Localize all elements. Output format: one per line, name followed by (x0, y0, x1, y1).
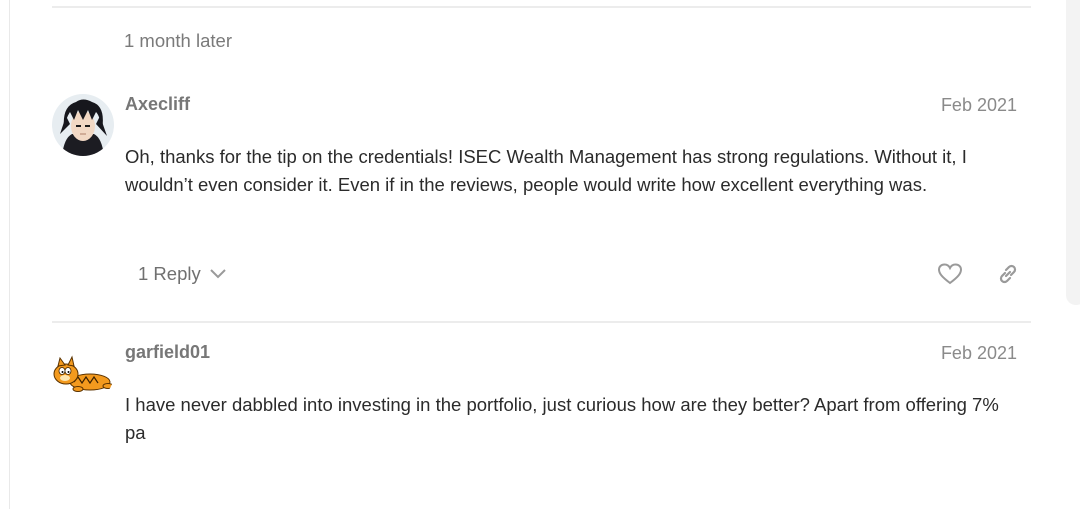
left-border (9, 0, 10, 509)
replies-label: 1 Reply (138, 263, 201, 284)
like-button[interactable] (936, 260, 964, 288)
post-date[interactable]: Feb 2021 (941, 343, 1017, 364)
garfield-cat-avatar-icon (52, 342, 114, 404)
divider (52, 6, 1031, 8)
post-date[interactable]: Feb 2021 (941, 95, 1017, 116)
link-icon (999, 264, 1017, 284)
username[interactable]: garfield01 (125, 342, 210, 363)
divider (52, 321, 1031, 323)
avatar[interactable] (52, 94, 114, 156)
replies-toggle-button[interactable]: 1 Reply (138, 262, 227, 286)
username[interactable]: Axecliff (125, 94, 190, 115)
chevron-down-icon (210, 269, 226, 279)
post-body: Oh, thanks for the tip on the credential… (125, 146, 967, 195)
scrollbar-track[interactable] (1066, 0, 1080, 305)
avatar[interactable] (52, 342, 114, 404)
anime-character-avatar-icon (52, 94, 114, 156)
time-gap-label: 1 month later (124, 30, 232, 51)
post-body: I have never dabbled into investing in t… (125, 394, 999, 443)
heart-icon (937, 263, 963, 285)
share-link-button[interactable] (994, 260, 1022, 288)
